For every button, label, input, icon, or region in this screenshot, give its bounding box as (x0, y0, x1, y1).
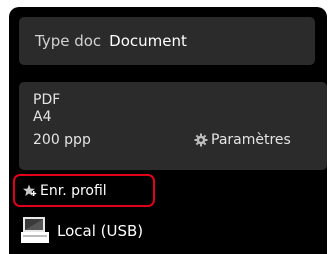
resolution-value: 200 ppp (33, 132, 91, 148)
destination-selector[interactable]: Local (USB) (21, 215, 143, 243)
file-format-value: PDF (33, 92, 61, 108)
settings-button-label: Paramètres (211, 132, 291, 148)
settings-button[interactable]: Paramètres (194, 131, 291, 149)
scan-settings-panel[interactable]: PDF A4 200 ppp Paramètres (19, 82, 327, 170)
save-profile-label: Enr. profil (40, 182, 107, 199)
computer-icon (21, 217, 49, 243)
save-profile-button[interactable]: Enr. profil (13, 174, 155, 207)
document-type-value: Document (109, 32, 187, 50)
star-icon (23, 184, 37, 196)
paper-size-value: A4 (33, 109, 52, 125)
document-type-label: Type doc (35, 32, 102, 50)
gear-icon (194, 133, 208, 147)
destination-label: Local (USB) (57, 222, 144, 240)
printer-lcd-screen: Type doc Document PDF A4 200 ppp Paramèt… (9, 7, 327, 254)
document-type-selector[interactable]: Type doc Document (19, 17, 315, 65)
